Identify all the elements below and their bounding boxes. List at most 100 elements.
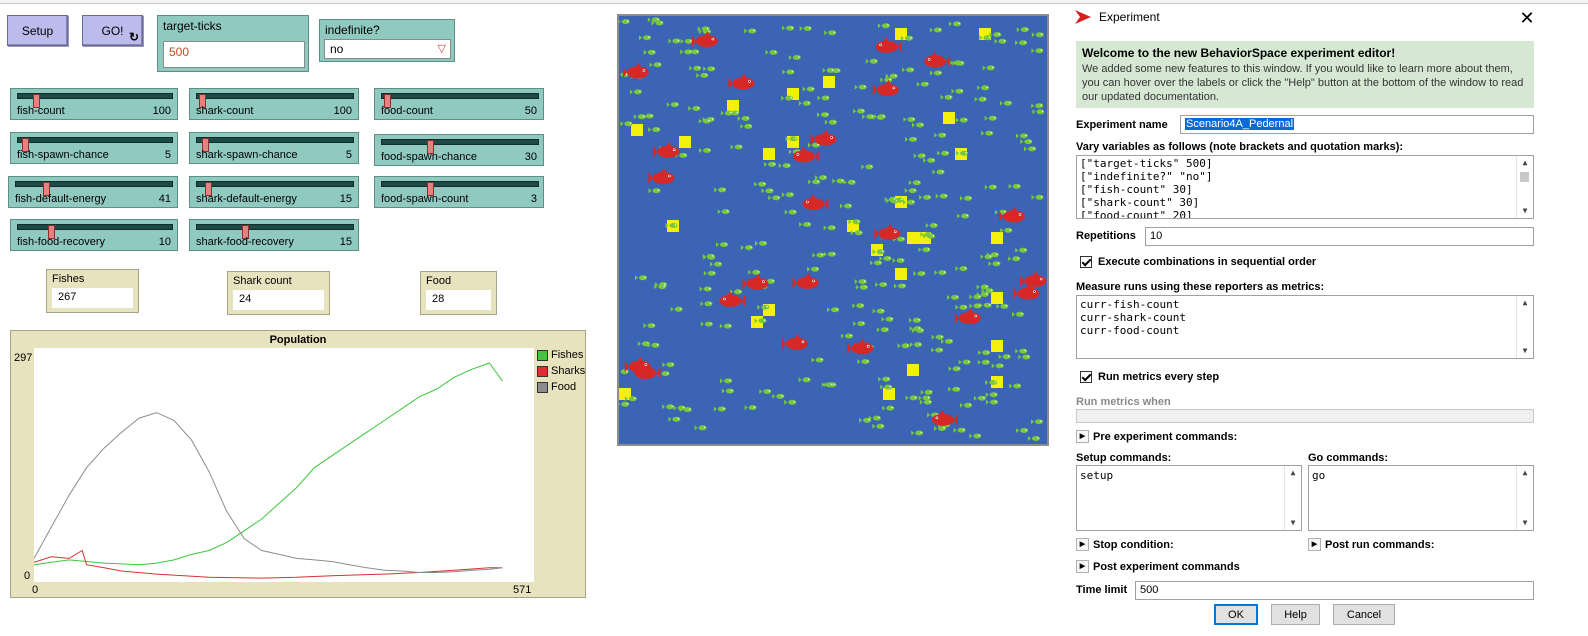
repetitions-input[interactable]: 10: [1145, 227, 1534, 246]
legend-fishes: Fishes: [537, 349, 583, 361]
expand-arrow-icon[interactable]: ▶: [1076, 560, 1089, 573]
metrics-textarea[interactable]: curr-fish-count curr-shark-count curr-fo…: [1076, 295, 1534, 359]
target-ticks-label: target-ticks: [163, 19, 222, 33]
slider-track[interactable]: [196, 137, 354, 152]
dropdown-arrow-icon: ▽: [437, 43, 446, 55]
close-icon[interactable]: ✕: [1516, 9, 1538, 27]
slider-shark-default-energy[interactable]: shark-default-energy 15: [189, 176, 359, 208]
post-experiment-label: Post experiment commands: [1093, 560, 1240, 573]
go-commands-textarea[interactable]: go ▲ ▼: [1308, 465, 1534, 531]
time-limit-label: Time limit: [1076, 584, 1128, 596]
metrics-scrollbar[interactable]: ▲ ▼: [1516, 296, 1533, 358]
slider-food-count[interactable]: food-count 50: [374, 88, 544, 120]
slider-track[interactable]: [381, 93, 539, 108]
slider-name: fish-count: [17, 105, 65, 117]
time-limit-input[interactable]: 500: [1135, 581, 1534, 600]
post-run-label: Post run commands:: [1325, 538, 1435, 551]
indefinite-value: no: [330, 42, 344, 56]
post-experiment-expander[interactable]: ▶ Post experiment commands: [1076, 560, 1240, 573]
scroll-up-icon[interactable]: ▲: [1517, 296, 1533, 310]
world-view[interactable]: [617, 14, 1049, 446]
ok-button[interactable]: OK: [1214, 604, 1258, 625]
plot-y-min-label: 0: [24, 570, 31, 582]
slider-value: 5: [345, 149, 352, 161]
help-button[interactable]: Help: [1271, 604, 1320, 625]
food-patch: [883, 388, 895, 400]
scroll-down-icon[interactable]: ▼: [1517, 344, 1533, 358]
expand-arrow-icon[interactable]: ▶: [1076, 430, 1089, 443]
dialog-title: Experiment: [1099, 10, 1160, 24]
vary-scrollbar[interactable]: ▲ ▼: [1516, 156, 1533, 218]
target-ticks-field[interactable]: 500: [163, 41, 305, 68]
stop-condition-expander[interactable]: ▶ Stop condition:: [1076, 538, 1174, 551]
go-commands-label: Go commands:: [1308, 452, 1389, 464]
slider-fish-default-energy[interactable]: fish-default-energy 41: [8, 176, 178, 208]
slider-track[interactable]: [17, 93, 173, 108]
slider-track[interactable]: [381, 181, 539, 196]
sequential-checkbox-row[interactable]: Execute combinations in sequential order: [1080, 256, 1316, 268]
go-scrollbar[interactable]: ▲ ▼: [1516, 466, 1533, 530]
slider-fish-food-recovery[interactable]: fish-food-recovery 10: [10, 219, 178, 251]
expand-arrow-icon[interactable]: ▶: [1076, 538, 1089, 551]
monitor-food-label: Food: [426, 275, 452, 287]
plot-x-max-label: 571: [513, 584, 532, 596]
slider-shark-count[interactable]: shark-count 100: [189, 88, 359, 120]
slider-shark-food-recovery[interactable]: shark-food-recovery 15: [189, 219, 359, 251]
metric-line: curr-food-count: [1080, 324, 1180, 337]
vary-variables-textarea[interactable]: ["target-ticks" 500] ["indefinite?" "no"…: [1076, 155, 1534, 219]
slider-track[interactable]: [15, 181, 173, 196]
food-patch: [763, 148, 775, 160]
run-metrics-when-input: [1076, 409, 1534, 423]
slider-fish-count[interactable]: fish-count 100: [10, 88, 178, 120]
plot-y-max-label: 297: [14, 352, 33, 364]
experiment-name-input[interactable]: Scenario4A_Pedernal: [1180, 115, 1534, 134]
slider-track[interactable]: [17, 137, 173, 152]
setup-button-label: Setup: [21, 23, 54, 38]
scroll-down-icon[interactable]: ▼: [1517, 516, 1533, 530]
slider-value: 30: [524, 151, 537, 163]
pre-experiment-expander[interactable]: ▶ Pre experiment commands:: [1076, 430, 1237, 443]
scroll-up-icon[interactable]: ▲: [1285, 466, 1301, 480]
slider-food-spawn-chance[interactable]: food-spawn-chance 30: [374, 134, 544, 166]
target-ticks-input[interactable]: target-ticks 500: [157, 15, 309, 72]
setup-commands-label: Setup commands:: [1076, 452, 1172, 464]
slider-fish-spawn-chance[interactable]: fish-spawn-chance 5: [10, 132, 178, 164]
slider-shark-spawn-chance[interactable]: shark-spawn-chance 5: [189, 132, 359, 164]
indefinite-chooser[interactable]: indefinite? no ▽: [319, 19, 455, 62]
monitor-fishes-value: 267: [52, 288, 133, 308]
slider-track[interactable]: [196, 224, 354, 239]
slider-track[interactable]: [381, 139, 539, 154]
scroll-thumb[interactable]: [1520, 172, 1529, 182]
food-patch: [823, 76, 835, 88]
setup-button[interactable]: Setup: [7, 15, 68, 46]
go-button[interactable]: GO! ↻: [82, 15, 143, 46]
sequential-checkbox[interactable]: [1080, 256, 1092, 268]
setup-commands-textarea[interactable]: setup ▲ ▼: [1076, 465, 1302, 531]
stop-condition-label: Stop condition:: [1093, 538, 1174, 551]
slider-name: food-count: [381, 105, 433, 117]
every-step-checkbox[interactable]: [1080, 371, 1092, 383]
slider-track[interactable]: [17, 224, 173, 239]
legend-food-swatch: [537, 381, 548, 393]
scroll-down-icon[interactable]: ▼: [1285, 516, 1301, 530]
vary-line: ["fish-count" 30]: [1080, 183, 1193, 196]
slider-value: 5: [164, 149, 171, 161]
post-run-expander[interactable]: ▶ Post run commands:: [1308, 538, 1434, 551]
slider-track[interactable]: [196, 181, 354, 196]
pre-experiment-label: Pre experiment commands:: [1093, 430, 1238, 443]
setup-scrollbar[interactable]: ▲ ▼: [1284, 466, 1301, 530]
expand-arrow-icon[interactable]: ▶: [1308, 538, 1321, 551]
scroll-up-icon[interactable]: ▲: [1517, 466, 1533, 480]
food-patch: [907, 232, 919, 244]
indefinite-label: indefinite?: [325, 23, 380, 37]
every-step-checkbox-row[interactable]: Run metrics every step: [1080, 371, 1219, 383]
monitor-shark-count-value: 24: [233, 290, 324, 310]
cancel-button[interactable]: Cancel: [1333, 604, 1395, 625]
slider-food-spawn-count[interactable]: food-spawn-count 3: [374, 176, 544, 208]
plot-x-min-label: 0: [32, 584, 39, 596]
scroll-up-icon[interactable]: ▲: [1517, 156, 1533, 170]
slider-track[interactable]: [196, 93, 354, 108]
indefinite-select[interactable]: no ▽: [324, 39, 451, 59]
scroll-down-icon[interactable]: ▼: [1517, 204, 1533, 218]
slider-name: food-spawn-count: [381, 193, 469, 205]
